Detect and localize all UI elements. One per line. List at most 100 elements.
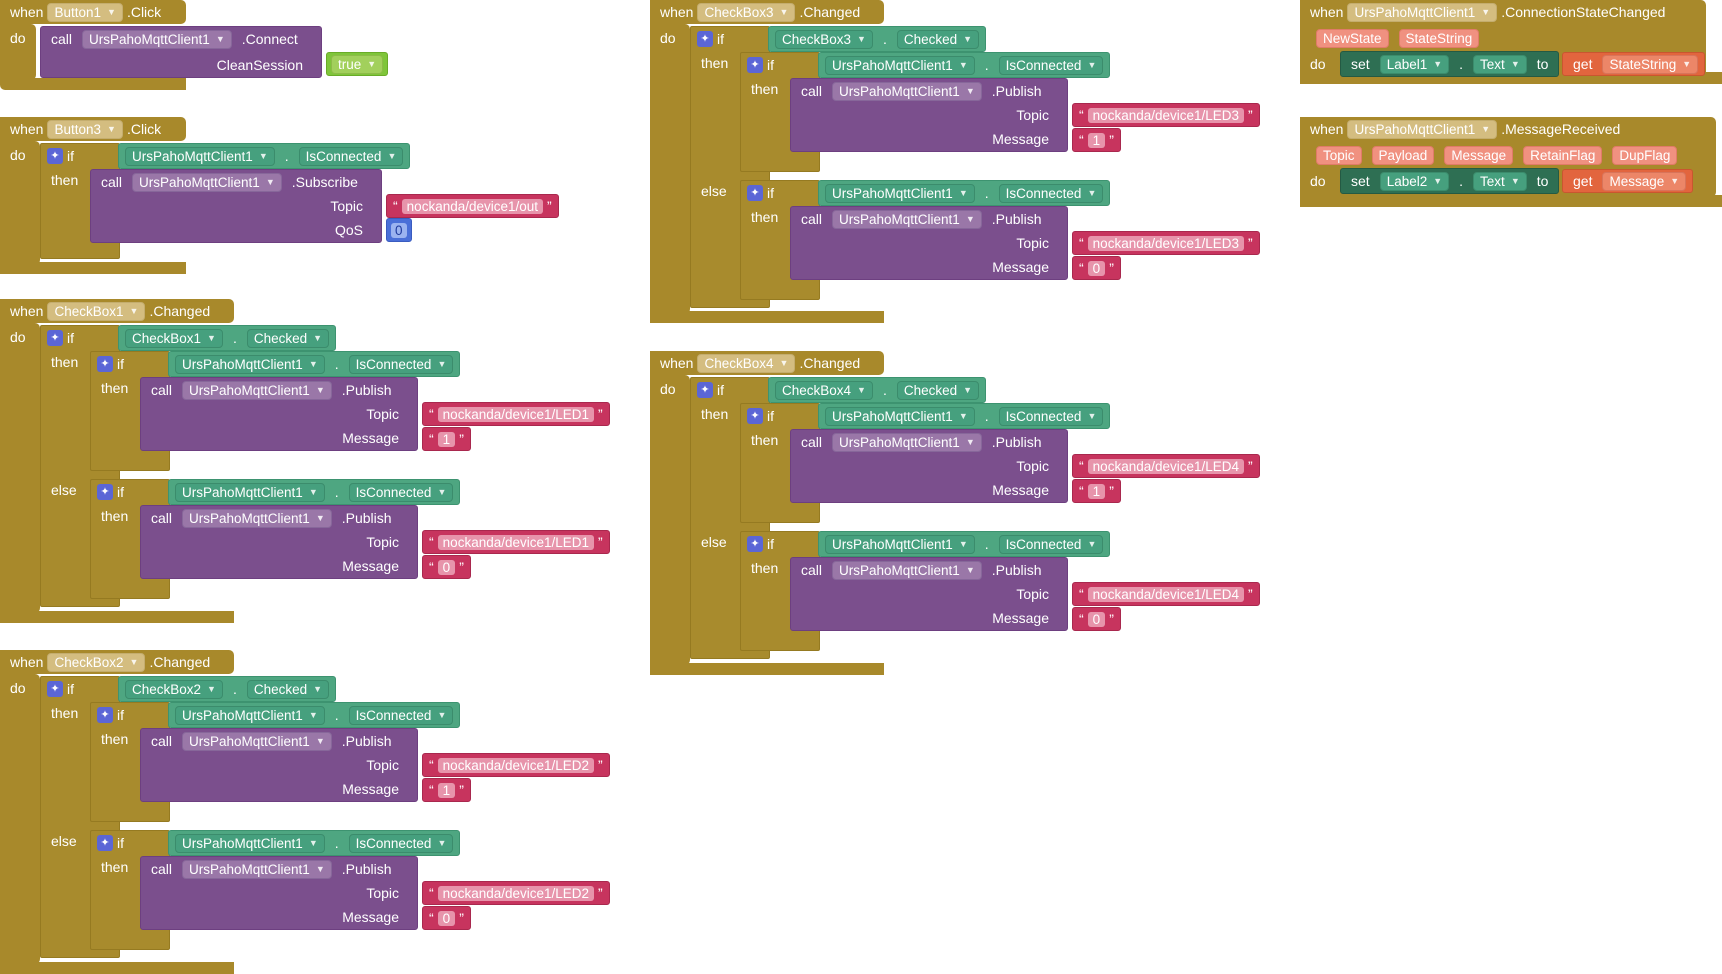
- call-publish-block[interactable]: call UrsPahoMqttClient1 ▼ .Publish Topic …: [140, 728, 418, 802]
- text-string-block[interactable]: “ 0 ”: [422, 906, 471, 930]
- text-value[interactable]: 1: [1087, 483, 1106, 499]
- text-string-block[interactable]: “ 1 ”: [422, 427, 471, 451]
- text-string-block[interactable]: “ 1 ”: [422, 778, 471, 802]
- component-dropdown[interactable]: CheckBox4 ▼: [697, 353, 796, 373]
- property-dropdown[interactable]: IsConnected ▼: [998, 406, 1104, 426]
- call-subscribe-block[interactable]: call UrsPahoMqttClient1 ▼ .Subscribe Topi…: [90, 169, 382, 243]
- event-param-topic[interactable]: Topic: [1316, 145, 1362, 165]
- event-param-statestring[interactable]: StateString: [1398, 28, 1480, 48]
- event-block-button1-click[interactable]: when Button1 ▼ .Click do call UrsPahoMqtt…: [0, 0, 389, 90]
- text-string-block[interactable]: “ nockanda/device1/LED1 ”: [422, 530, 610, 554]
- text-string-block[interactable]: “ 0 ”: [1072, 256, 1121, 280]
- call-publish-block[interactable]: call UrsPahoMqttClient1 ▼ .Publish Topic …: [790, 206, 1068, 280]
- property-dropdown[interactable]: Checked ▼: [246, 679, 330, 699]
- property-dropdown[interactable]: IsConnected ▼: [998, 183, 1104, 203]
- call-publish-block[interactable]: call UrsPahoMqttClient1 ▼ .Publish Topic …: [140, 505, 418, 579]
- call-publish-block[interactable]: call UrsPahoMqttClient1 ▼ .Publish Topic …: [790, 78, 1068, 152]
- isconnected-getter[interactable]: UrsPahoMqttClient1 ▼ . IsConnected ▼: [818, 52, 1111, 78]
- client-dropdown[interactable]: UrsPahoMqttClient1 ▼: [132, 172, 282, 192]
- isconnected-getter[interactable]: UrsPahoMqttClient1 ▼ . IsConnected ▼: [818, 403, 1111, 429]
- boolean-dropdown[interactable]: true ▼: [331, 54, 384, 74]
- text-value[interactable]: nockanda/device1/LED1: [437, 534, 595, 550]
- checked-getter[interactable]: CheckBox4 ▼ . Checked ▼: [768, 377, 987, 403]
- gear-icon[interactable]: ✦: [697, 382, 713, 398]
- call-publish-block[interactable]: call UrsPahoMqttClient1 ▼ .Publish Topic …: [140, 856, 418, 930]
- event-param-retainflag[interactable]: RetainFlag: [1523, 145, 1603, 165]
- text-string-block[interactable]: “ nockanda/device1/LED2 ”: [422, 753, 610, 777]
- isconnected-getter[interactable]: UrsPahoMqttClient1 ▼ . IsConnected ▼: [118, 143, 411, 169]
- property-dropdown[interactable]: Checked ▼: [896, 29, 980, 49]
- client-dropdown[interactable]: UrsPahoMqttClient1 ▼: [832, 81, 982, 101]
- client-dropdown[interactable]: UrsPahoMqttClient1 ▼: [182, 508, 332, 528]
- get-variable-block[interactable]: get StateString ▼: [1562, 52, 1706, 76]
- isconnected-getter[interactable]: UrsPahoMqttClient1 ▼ . IsConnected ▼: [168, 702, 461, 728]
- text-string-block[interactable]: “ nockanda/device1/LED3 ”: [1072, 103, 1260, 127]
- number-value[interactable]: 0: [391, 222, 407, 238]
- text-value[interactable]: nockanda/device1/LED3: [1087, 107, 1245, 123]
- isconnected-getter[interactable]: UrsPahoMqttClient1 ▼ . IsConnected ▼: [168, 479, 461, 505]
- client-dropdown[interactable]: UrsPahoMqttClient1 ▼: [825, 183, 975, 203]
- checked-getter[interactable]: CheckBox2 ▼ . Checked ▼: [118, 676, 337, 702]
- gear-icon[interactable]: ✦: [747, 57, 763, 73]
- gear-icon[interactable]: ✦: [747, 185, 763, 201]
- checked-getter[interactable]: CheckBox3 ▼ . Checked ▼: [768, 26, 987, 52]
- component-dropdown[interactable]: UrsPahoMqttClient1 ▼: [1347, 119, 1498, 139]
- set-label-text-block[interactable]: set Label1 ▼ . Text ▼ to: [1340, 51, 1560, 77]
- text-string-block[interactable]: “ 1 ”: [1072, 479, 1121, 503]
- number-block[interactable]: 0: [386, 218, 412, 242]
- client-dropdown[interactable]: UrsPahoMqttClient1 ▼: [182, 731, 332, 751]
- text-value[interactable]: 0: [437, 559, 456, 575]
- property-dropdown[interactable]: IsConnected ▼: [998, 534, 1104, 554]
- gear-icon[interactable]: ✦: [97, 835, 113, 851]
- client-dropdown[interactable]: UrsPahoMqttClient1 ▼: [175, 705, 325, 725]
- gear-icon[interactable]: ✦: [697, 31, 713, 47]
- text-value[interactable]: 1: [1087, 132, 1106, 148]
- component-dropdown[interactable]: Button1 ▼: [47, 2, 123, 22]
- gear-icon[interactable]: ✦: [47, 148, 63, 164]
- gear-icon[interactable]: ✦: [47, 330, 63, 346]
- property-dropdown[interactable]: Text ▼: [1473, 171, 1527, 191]
- component-dropdown[interactable]: CheckBox4 ▼: [775, 380, 873, 400]
- text-value[interactable]: 0: [1087, 260, 1106, 276]
- component-dropdown[interactable]: CheckBox2 ▼: [47, 652, 146, 672]
- isconnected-getter[interactable]: UrsPahoMqttClient1 ▼ . IsConnected ▼: [818, 180, 1111, 206]
- isconnected-getter[interactable]: UrsPahoMqttClient1 ▼ . IsConnected ▼: [818, 531, 1111, 557]
- text-value[interactable]: nockanda/device1/LED2: [437, 885, 595, 901]
- property-dropdown[interactable]: Checked ▼: [896, 380, 980, 400]
- text-string-block[interactable]: “ nockanda/device1/LED2 ”: [422, 881, 610, 905]
- text-value[interactable]: nockanda/device1/out: [401, 198, 544, 214]
- event-param-message[interactable]: Message: [1444, 145, 1514, 165]
- text-value[interactable]: nockanda/device1/LED3: [1087, 235, 1245, 251]
- client-dropdown[interactable]: UrsPahoMqttClient1 ▼: [182, 380, 332, 400]
- call-publish-block[interactable]: call UrsPahoMqttClient1 ▼ .Publish Topic …: [790, 429, 1068, 503]
- variable-dropdown[interactable]: StateString ▼: [1602, 54, 1699, 74]
- property-dropdown[interactable]: IsConnected ▼: [348, 705, 454, 725]
- text-string-block[interactable]: “ nockanda/device1/LED1 ”: [422, 402, 610, 426]
- component-dropdown[interactable]: CheckBox1 ▼: [47, 301, 146, 321]
- property-dropdown[interactable]: Text ▼: [1473, 54, 1527, 74]
- gear-icon[interactable]: ✦: [47, 681, 63, 697]
- client-dropdown[interactable]: UrsPahoMqttClient1 ▼: [125, 146, 275, 166]
- call-publish-block[interactable]: call UrsPahoMqttClient1 ▼ .Publish Topic …: [790, 557, 1068, 631]
- event-param-dupflag[interactable]: DupFlag: [1612, 145, 1678, 165]
- event-block-checkbox3-changed[interactable]: when CheckBox3 ▼ .Changed do ✦ if then el…: [650, 0, 1260, 323]
- client-dropdown[interactable]: UrsPahoMqttClient1 ▼: [175, 482, 325, 502]
- text-string-block[interactable]: “ nockanda/device1/LED4 ”: [1072, 582, 1260, 606]
- blocks-workspace[interactable]: when Button1 ▼ .Click do call UrsPahoMqtt…: [0, 0, 1722, 974]
- gear-icon[interactable]: ✦: [747, 536, 763, 552]
- text-value[interactable]: nockanda/device1/LED4: [1087, 586, 1245, 602]
- client-dropdown[interactable]: UrsPahoMqttClient1 ▼: [832, 209, 982, 229]
- text-value[interactable]: 0: [437, 910, 456, 926]
- component-dropdown[interactable]: Button3 ▼: [47, 119, 123, 139]
- text-string-block[interactable]: “ 1 ”: [1072, 128, 1121, 152]
- get-variable-block[interactable]: get Message ▼: [1562, 169, 1694, 193]
- text-value[interactable]: 0: [1087, 611, 1106, 627]
- component-dropdown[interactable]: CheckBox3 ▼: [697, 2, 796, 22]
- event-block-checkbox4-changed[interactable]: when CheckBox4 ▼ .Changed do ✦ if then el…: [650, 351, 1260, 675]
- client-dropdown[interactable]: UrsPahoMqttClient1 ▼: [175, 833, 325, 853]
- component-dropdown[interactable]: CheckBox1 ▼: [125, 328, 223, 348]
- component-dropdown[interactable]: Label2 ▼: [1379, 171, 1450, 191]
- component-dropdown[interactable]: Label1 ▼: [1379, 54, 1450, 74]
- text-string-block[interactable]: “ 0 ”: [1072, 607, 1121, 631]
- event-block-checkbox1-changed[interactable]: when CheckBox1 ▼ .Changed do ✦ if then el…: [0, 299, 610, 623]
